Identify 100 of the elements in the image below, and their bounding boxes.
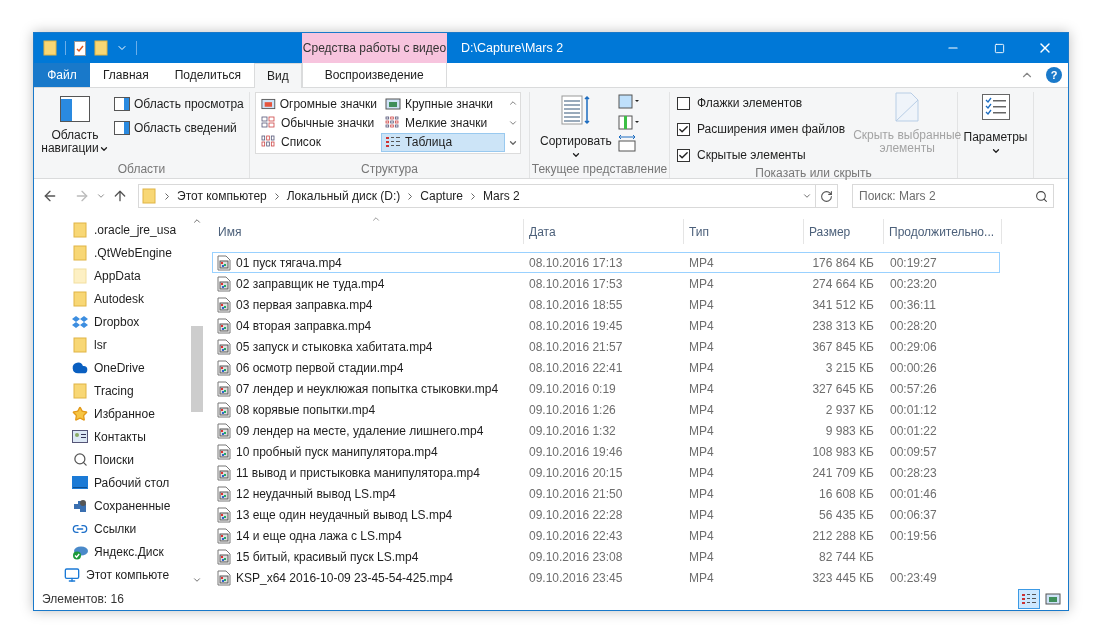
forward-icon[interactable] xyxy=(74,188,90,204)
file-row[interactable]: 03 первая заправка.mp4 08.10.2016 18:55 MP4 341 512 КБ 00:36:11 xyxy=(212,294,1000,315)
desktop-icon xyxy=(72,476,88,489)
file-row[interactable]: 05 запуск и стыковка хабитата.mp4 08.10.2016 21:57 MP4 367 845 КБ 00:29:06 xyxy=(212,336,1000,357)
file-row[interactable]: 01 пуск тягача.mp4 08.10.2016 17:13 MP4 176 864 КБ 00:19:27 xyxy=(212,252,1000,273)
group-label: Структура xyxy=(360,161,419,178)
file-name: 11 вывод и пристыковка манипулятора.mp4 xyxy=(236,464,480,482)
navigation-item[interactable]: Этот компьюте xyxy=(34,563,190,586)
column-header[interactable]: Имя xyxy=(212,219,524,244)
date-cell-text: 09.10.2016 23:08 xyxy=(528,548,624,566)
ribbon-tab[interactable]: Главная xyxy=(90,63,162,87)
breadcrumb[interactable]: Capture xyxy=(418,187,465,205)
file-row[interactable]: KSP_x64 2016-10-09 23-45-54-425.mp4 09.10.2016 23:45 MP4 323 445 КБ 00:23:49 xyxy=(212,567,1000,588)
navigation-item[interactable]: Избранное xyxy=(34,402,190,425)
duration-cell-text: 00:09:57 xyxy=(889,443,938,461)
navigation-item[interactable]: Рабочий стол xyxy=(34,471,190,494)
breadcrumb[interactable]: Mars 2 xyxy=(481,187,522,205)
file-row[interactable]: 02 заправщик не туда.mp4 08.10.2016 17:53 MP4 274 664 КБ 00:23:20 xyxy=(212,273,1000,294)
sort-indicator-icon xyxy=(371,214,381,224)
file-row[interactable]: 11 вывод и пристыковка манипулятора.mp4 09.10.2016 20:15 MP4 241 709 КБ 00:28:23 xyxy=(212,462,1000,483)
group-by-icon[interactable] xyxy=(617,94,640,110)
navigation-item[interactable]: Tracing xyxy=(34,379,190,402)
file-row[interactable]: 15 битый, красивый пуск LS.mp4 09.10.2016 23:08 MP4 82 744 КБ xyxy=(212,546,1000,567)
breadcrumb[interactable]: Локальный диск (D:) xyxy=(284,187,403,205)
navigation-item[interactable]: Ссылки xyxy=(34,517,190,540)
navigation-item[interactable]: lsr xyxy=(34,333,190,356)
layout-option[interactable]: Огромные значки xyxy=(257,94,381,113)
type-cell-text: MP4 xyxy=(688,254,715,272)
address-bar[interactable]: Этот компьютер Локальный диск (D:) Capture Mars 2 xyxy=(138,184,838,208)
column-header[interactable]: Дата xyxy=(524,219,684,244)
size-cell-text: 3 215 КБ xyxy=(824,359,875,377)
pane-toggle-button[interactable]: Область просмотра xyxy=(114,95,244,113)
file-row[interactable]: 07 лендер и неуклюжая попытка стыковки.mp4 09.10.2016 0:19 MP4 327 645 КБ 00:57:26 xyxy=(212,378,1000,399)
navigation-item[interactable]: OneDrive xyxy=(34,356,190,379)
gallery-scroll-up-icon[interactable] xyxy=(508,98,518,108)
type-cell-text: MP4 xyxy=(688,422,715,440)
file-row[interactable]: 12 неудачный вывод LS.mp4 09.10.2016 21:50 MP4 16 608 КБ 00:01:46 xyxy=(212,483,1000,504)
pane-toggle-button[interactable]: Область сведений xyxy=(114,119,244,137)
search-icon[interactable] xyxy=(1035,190,1048,203)
address-dropdown-icon[interactable] xyxy=(802,191,812,201)
type-cell-text: MP4 xyxy=(688,359,715,377)
breadcrumb[interactable]: Этот компьютер xyxy=(175,187,269,205)
file-name: 02 заправщик не туда.mp4 xyxy=(236,275,385,293)
checkbox[interactable] xyxy=(677,96,690,110)
column-header[interactable]: Тип xyxy=(684,219,804,244)
refresh-icon[interactable] xyxy=(820,189,833,203)
search-field[interactable]: Поиск: Mars 2 xyxy=(852,184,1054,208)
checkbox[interactable] xyxy=(677,148,690,162)
date-cell-text: 09.10.2016 23:45 xyxy=(528,569,624,587)
navigation-item[interactable]: .QtWebEngine xyxy=(34,241,190,264)
checkbox[interactable] xyxy=(677,122,690,136)
size-cell-text: 323 445 КБ xyxy=(811,569,875,587)
ribbon-tab[interactable]: Вид xyxy=(253,63,302,88)
video-file-icon xyxy=(217,569,231,586)
scroll-up-icon[interactable] xyxy=(192,216,202,226)
recent-locations-icon[interactable] xyxy=(96,191,106,201)
duration-cell-text: 00:28:23 xyxy=(889,464,938,482)
back-icon[interactable] xyxy=(42,188,58,204)
ribbon-tab[interactable]: Воспроизведение xyxy=(301,63,447,87)
video-file-icon xyxy=(217,506,231,523)
gallery-scroll-down-icon[interactable] xyxy=(508,118,518,128)
layout-option[interactable]: Крупные значки xyxy=(381,94,505,113)
navigation-item[interactable]: Dropbox xyxy=(34,310,190,333)
navigation-pane-button[interactable]: Область навигации xyxy=(40,92,110,160)
fit-columns-icon[interactable] xyxy=(617,134,636,152)
sort-button[interactable]: Сортировать xyxy=(540,92,612,160)
navigation-item[interactable]: Поиски xyxy=(34,448,190,471)
date-cell-text: 09.10.2016 22:28 xyxy=(528,506,624,524)
navigation-item[interactable]: Контакты xyxy=(34,425,190,448)
date-cell-text: 09.10.2016 22:43 xyxy=(528,527,624,545)
file-row[interactable]: 13 еще один неудачный вывод LS.mp4 09.10.2016 22:28 MP4 56 435 КБ 00:06:37 xyxy=(212,504,1000,525)
file-row[interactable]: 08 корявые попытки.mp4 09.10.2016 1:26 MP4 2 937 КБ 00:01:12 xyxy=(212,399,1000,420)
file-row[interactable]: 04 вторая заправка.mp4 08.10.2016 19:45 MP4 238 313 КБ 00:28:20 xyxy=(212,315,1000,336)
help-button[interactable]: ? xyxy=(1046,67,1062,83)
navigation-item[interactable]: .oracle_jre_usa xyxy=(34,218,190,241)
file-row[interactable]: 09 лендер на месте, удаление лишнего.mp4 09.10.2016 1:32 MP4 9 983 КБ 00:01:22 xyxy=(212,420,1000,441)
navigation-item[interactable]: AppData xyxy=(34,264,190,287)
scroll-thumb[interactable] xyxy=(191,326,203,412)
file-row[interactable]: 10 пробный пуск манипулятора.mp4 09.10.2016 19:46 MP4 108 983 КБ 00:09:57 xyxy=(212,441,1000,462)
date-cell-text: 08.10.2016 19:45 xyxy=(528,317,624,335)
layout-option[interactable]: Мелкие значки xyxy=(381,113,505,133)
ribbon-tab[interactable]: Поделиться xyxy=(161,63,254,87)
details-view-button[interactable] xyxy=(1018,589,1040,609)
navigation-item[interactable]: Сохраненные xyxy=(34,494,190,517)
column-header[interactable]: Продолжительно... xyxy=(884,219,1002,244)
ribbon-tab[interactable]: Файл xyxy=(34,63,90,87)
layout-option[interactable]: Список xyxy=(257,132,381,152)
up-icon[interactable] xyxy=(112,188,128,204)
layout-option[interactable]: Обычные значки xyxy=(257,113,381,133)
add-columns-icon[interactable] xyxy=(617,113,640,131)
file-row[interactable]: 06 осмотр первой стадии.mp4 08.10.2016 22:41 MP4 3 215 КБ 00:00:26 xyxy=(212,357,1000,378)
layout-option[interactable]: Таблица xyxy=(381,132,505,152)
navigation-item[interactable]: Яндекс.Диск xyxy=(34,540,190,563)
scroll-down-icon[interactable] xyxy=(192,575,202,585)
folder-icon xyxy=(43,40,57,56)
navigation-item[interactable]: Autodesk xyxy=(34,287,190,310)
file-row[interactable]: 14 и еще одна лажа с LS.mp4 09.10.2016 22:43 MP4 212 288 КБ 00:19:56 xyxy=(212,525,1000,546)
duration-cell-text: 00:29:06 xyxy=(889,338,938,356)
column-header[interactable]: Размер xyxy=(804,219,884,244)
gallery-expand-icon[interactable] xyxy=(508,138,518,148)
